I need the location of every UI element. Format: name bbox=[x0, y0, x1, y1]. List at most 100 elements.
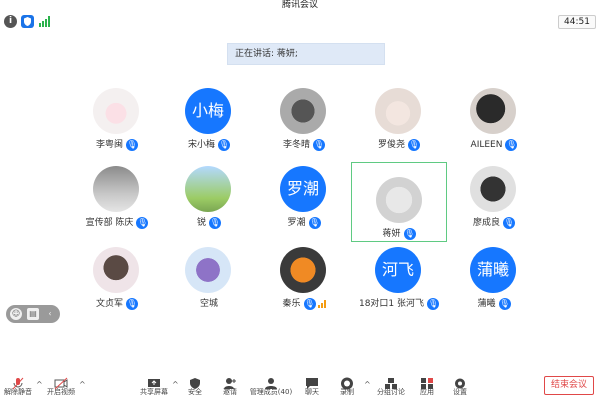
participant-name-line: 锐 🎙 bbox=[170, 216, 248, 230]
audio-level-icon bbox=[317, 299, 326, 308]
participant-tile[interactable]: 文贞军 🎙 bbox=[78, 243, 156, 323]
participant-name: 文贞军 bbox=[95, 299, 123, 309]
participant-name-line: 蒋妍 🎙 bbox=[352, 227, 446, 241]
chat-button[interactable]: 聊天 bbox=[298, 372, 326, 400]
avatar bbox=[375, 88, 421, 134]
share-screen-button[interactable]: 共享屏幕 bbox=[136, 372, 172, 400]
mic-icon: 🎙 bbox=[427, 297, 440, 310]
participant-name-line: 文贞军 🎙 bbox=[78, 297, 156, 311]
avatar: 小梅 bbox=[185, 88, 231, 134]
participant-tile[interactable]: 罗潮 罗潮 🎙 bbox=[265, 162, 343, 242]
avatar bbox=[470, 166, 516, 212]
speaking-indicator: 正在讲话: 蒋妍; bbox=[227, 43, 385, 65]
breakout-rooms-button[interactable]: 分组讨论 bbox=[372, 372, 410, 400]
network-signal-icon[interactable] bbox=[38, 15, 51, 28]
breakout-icon bbox=[384, 375, 398, 389]
apps-button[interactable]: 应用 bbox=[413, 372, 441, 400]
participant-name: 秦乐 bbox=[282, 299, 301, 309]
shield-icon bbox=[188, 375, 202, 389]
participant-tile[interactable]: AILEEN 🎙 bbox=[455, 84, 533, 164]
participant-name-line: 廖成良 🎙 bbox=[455, 216, 533, 230]
participant-tile[interactable]: 廖成良 🎙 bbox=[455, 162, 533, 242]
unmute-button[interactable]: 解除静音 bbox=[0, 372, 36, 400]
avatar: 蒲曦 bbox=[470, 247, 516, 293]
end-meeting-button[interactable]: 结束会议 bbox=[544, 376, 594, 395]
bottom-toolbar: 解除静音 ^ 开启视频 ^ 共享屏幕 ^ 安全 邀请 管理成员(40) 聊天 录… bbox=[0, 372, 600, 400]
shield-icon[interactable] bbox=[21, 15, 34, 28]
record-button[interactable]: 录制 bbox=[333, 372, 361, 400]
mic-icon: 🎙 bbox=[408, 138, 420, 151]
window-title: 腾讯会议 bbox=[281, 0, 318, 10]
participant-name: 宣传部 陈庆 bbox=[85, 218, 134, 228]
chevron-up-icon[interactable]: ^ bbox=[364, 380, 371, 389]
participant-tile-active-speaker[interactable]: 蒋妍 🎙 bbox=[351, 162, 447, 242]
participant-name-line: 宋小梅 🎙 bbox=[170, 138, 248, 152]
participant-name: 李冬晴 bbox=[282, 140, 310, 150]
participant-name-line: 罗俊尧 🎙 bbox=[360, 138, 438, 152]
participant-tile[interactable]: 秦乐 🎙 bbox=[265, 243, 343, 323]
participant-name: 罗俊尧 bbox=[377, 140, 405, 150]
meeting-timer: 44:51 bbox=[558, 15, 596, 29]
invite-button[interactable]: 邀请 bbox=[216, 372, 244, 400]
avatar bbox=[93, 166, 139, 212]
participant-name: 罗潮 bbox=[287, 218, 306, 228]
avatar bbox=[280, 247, 326, 293]
security-button[interactable]: 安全 bbox=[181, 372, 209, 400]
participant-name-line: 秦乐 🎙 bbox=[265, 297, 343, 311]
participant-name-line: 李粤闽 🎙 bbox=[78, 138, 156, 152]
info-icon[interactable]: i bbox=[4, 15, 17, 28]
participant-name: AILEEN bbox=[470, 140, 503, 150]
avatar bbox=[376, 177, 422, 223]
avatar bbox=[93, 247, 139, 293]
chevron-left-icon[interactable]: ‹ bbox=[44, 308, 56, 320]
members-icon bbox=[264, 375, 278, 389]
mic-icon: 🎙 bbox=[136, 216, 149, 229]
participant-tile[interactable]: 小梅 宋小梅 🎙 bbox=[170, 84, 248, 164]
emoji-icon[interactable]: ☺ bbox=[10, 308, 22, 320]
apps-icon bbox=[420, 375, 434, 389]
participant-tile[interactable]: 锐 🎙 bbox=[170, 162, 248, 242]
mic-icon: 🎙 bbox=[218, 138, 230, 151]
avatar bbox=[470, 88, 516, 134]
record-icon bbox=[340, 375, 354, 390]
participant-tile[interactable]: 宣传部 陈庆 🎙 bbox=[78, 162, 156, 242]
participant-name: 18对口1 张河飞 bbox=[358, 299, 425, 309]
avatar: 河飞 bbox=[375, 247, 421, 293]
chevron-up-icon[interactable]: ^ bbox=[172, 380, 179, 389]
participant-name: 廖成良 bbox=[472, 218, 500, 228]
participant-tile[interactable]: 空城 bbox=[170, 243, 248, 323]
avatar bbox=[185, 166, 231, 212]
mic-icon: 🎙 bbox=[209, 216, 221, 229]
participant-name: 空城 bbox=[199, 299, 218, 309]
start-video-button[interactable]: 开启视频 bbox=[44, 372, 78, 400]
chevron-up-icon[interactable]: ^ bbox=[79, 380, 86, 389]
mic-icon: 🎙 bbox=[503, 216, 515, 229]
participant-name: 锐 bbox=[196, 218, 206, 228]
avatar bbox=[93, 88, 139, 134]
manage-members-button[interactable]: 管理成员(40) bbox=[248, 372, 294, 400]
chat-bubble-icon[interactable]: ▤ bbox=[27, 308, 39, 320]
participant-name-line: 宣传部 陈庆 🎙 bbox=[78, 216, 156, 230]
settings-button[interactable]: 设置 bbox=[446, 372, 474, 400]
mic-icon: 🎙 bbox=[498, 297, 511, 310]
participant-tile[interactable]: 李粤闽 🎙 bbox=[78, 84, 156, 164]
participant-name-line: 空城 bbox=[170, 297, 248, 311]
mic-icon: 🎙 bbox=[126, 138, 138, 151]
participant-name: 宋小梅 bbox=[187, 140, 215, 150]
floating-chat-toggle[interactable]: ☺ ▤ ‹ bbox=[6, 305, 60, 323]
participant-name-line: 18对口1 张河飞 🎙 bbox=[356, 297, 442, 311]
participant-tile[interactable]: 河飞 18对口1 张河飞 🎙 bbox=[359, 243, 446, 323]
participant-name-line: 罗潮 🎙 bbox=[265, 216, 343, 230]
avatar: 罗潮 bbox=[280, 166, 326, 212]
status-bar: i 44:51 bbox=[0, 13, 600, 31]
chat-icon bbox=[305, 375, 319, 389]
participant-tile[interactable]: 李冬晴 🎙 bbox=[265, 84, 343, 164]
gear-icon bbox=[453, 375, 467, 389]
participant-tile[interactable]: 罗俊尧 🎙 bbox=[360, 84, 438, 164]
participant-tile[interactable]: 蒲曦 蒲曦 🎙 bbox=[455, 243, 533, 323]
chevron-up-icon[interactable]: ^ bbox=[36, 380, 43, 389]
mic-icon: 🎙 bbox=[308, 216, 321, 229]
video-off-icon bbox=[54, 375, 68, 390]
mic-icon: 🎙 bbox=[313, 138, 325, 151]
share-screen-icon bbox=[147, 375, 161, 388]
